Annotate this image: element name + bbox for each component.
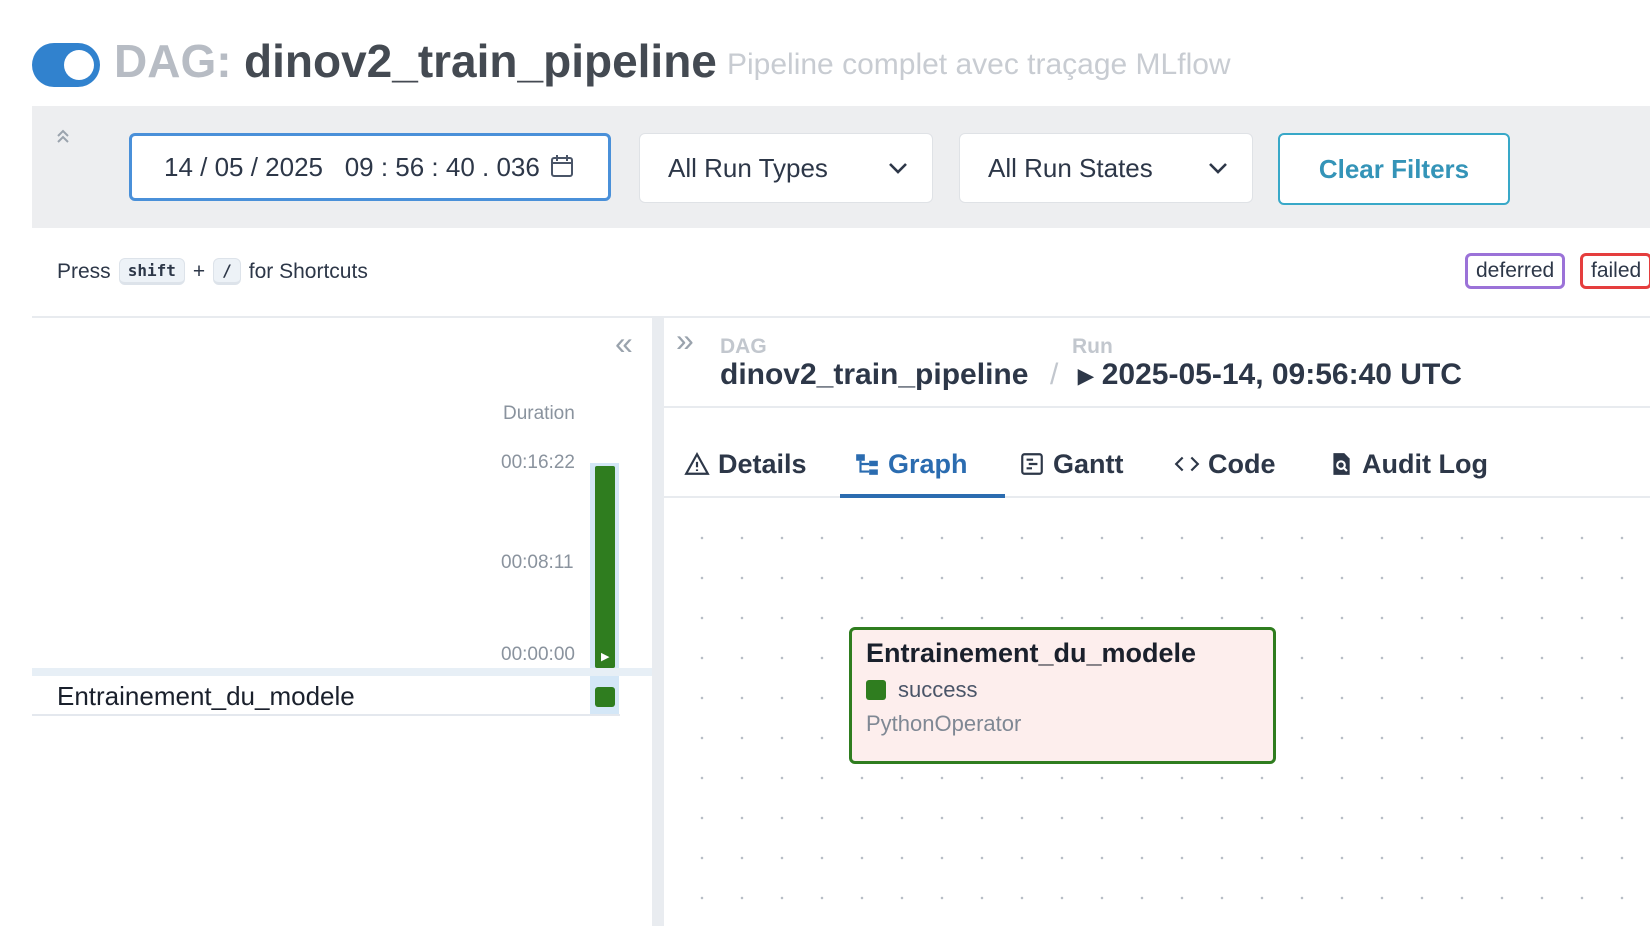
duration-header: Duration xyxy=(503,403,575,424)
task-node-state-label: success xyxy=(898,677,978,702)
task-node-state: success xyxy=(866,677,1259,703)
datetime-value: 14 / 05 / 2025 09 : 56 : 40 . 036 xyxy=(164,151,540,182)
play-icon: ▶ xyxy=(601,651,610,663)
status-square-icon xyxy=(866,680,886,700)
breadcrumb-run-label: Run xyxy=(1072,335,1113,358)
run-state-select[interactable]: All Run States xyxy=(959,133,1253,203)
task-node[interactable]: Entrainement_du_modele success PythonOpe… xyxy=(849,627,1276,764)
run-state-value: All Run States xyxy=(988,152,1153,183)
expand-right-icon[interactable]: » xyxy=(676,322,694,359)
tab-label: Graph xyxy=(888,448,968,479)
page-title: dinov2_train_pipeline xyxy=(244,35,717,87)
row-divider xyxy=(32,714,620,716)
audit-log-icon xyxy=(1333,453,1350,475)
shortcut-suffix: for Shortcuts xyxy=(248,259,368,283)
shortcut-press: Press xyxy=(57,259,111,283)
divider xyxy=(32,316,1650,318)
shortcut-hint: Press shift + / for Shortcuts xyxy=(57,258,368,285)
duration-tick: 00:08:11 xyxy=(501,552,574,573)
task-instance-status[interactable] xyxy=(595,687,615,707)
code-icon xyxy=(1174,456,1200,472)
run-type-select[interactable]: All Run Types xyxy=(639,133,933,203)
legend-deferred[interactable]: deferred xyxy=(1465,253,1566,289)
tab-border xyxy=(664,496,1650,498)
tab-graph[interactable]: Graph xyxy=(854,430,968,498)
graph-icon xyxy=(856,454,878,475)
tab-details[interactable]: Details xyxy=(684,430,807,498)
active-tab-indicator xyxy=(840,494,1005,498)
task-node-operator: PythonOperator xyxy=(866,711,1022,736)
duration-tick: 00:16:22 xyxy=(501,452,575,473)
kbd-shift: shift xyxy=(118,258,185,285)
warning-triangle-icon xyxy=(684,452,710,475)
divider xyxy=(664,406,1650,408)
tab-code[interactable]: Code xyxy=(1174,430,1276,498)
shortcut-plus: + xyxy=(192,259,206,283)
task-node-title: Entrainement_du_modele xyxy=(866,638,1197,668)
run-type-value: All Run Types xyxy=(668,152,828,183)
breadcrumb-run-value: 2025-05-14, 09:56:40 UTC xyxy=(1101,358,1462,391)
gantt-icon xyxy=(1021,453,1043,475)
panel-resizer[interactable] xyxy=(652,318,664,926)
duration-tick: 00:00:00 xyxy=(501,644,575,665)
clear-filters-button[interactable]: Clear Filters xyxy=(1278,133,1510,205)
toggle-knob xyxy=(64,50,94,80)
chevron-down-icon xyxy=(889,163,907,174)
collapse-left-icon[interactable]: « xyxy=(615,325,633,362)
dag-pause-toggle[interactable] xyxy=(32,43,100,87)
play-icon: ▶ xyxy=(1078,365,1094,388)
row-divider xyxy=(32,668,652,676)
datetime-input[interactable]: 14 / 05 / 2025 09 : 56 : 40 . 036 xyxy=(129,133,611,201)
legend-failed[interactable]: failed xyxy=(1580,253,1650,289)
collapse-up-icon[interactable] xyxy=(55,128,71,144)
tab-label: Code xyxy=(1208,448,1276,479)
kbd-slash: / xyxy=(213,258,241,285)
tab-bar: Details Graph Gantt Code Audit Log xyxy=(664,430,1650,498)
calendar-icon[interactable] xyxy=(550,154,574,178)
chevron-down-icon xyxy=(1209,163,1227,174)
breadcrumb-run[interactable]: ▶ 2025-05-14, 09:56:40 UTC xyxy=(1078,358,1462,392)
breadcrumb-dag-label: DAG xyxy=(720,335,767,358)
tab-audit-log[interactable]: Audit Log xyxy=(1328,430,1488,498)
tab-label: Gantt xyxy=(1053,448,1124,479)
tab-label: Audit Log xyxy=(1362,448,1488,479)
breadcrumb-dag[interactable]: dinov2_train_pipeline xyxy=(720,358,1028,392)
tab-label: Details xyxy=(718,448,807,479)
run-duration-bar[interactable] xyxy=(595,466,615,668)
tab-gantt[interactable]: Gantt xyxy=(1019,430,1124,498)
breadcrumb-separator: / xyxy=(1050,358,1059,391)
dag-description: Pipeline complet avec traçage MLflow xyxy=(727,48,1231,81)
dag-prefix: DAG: xyxy=(114,35,232,87)
task-row-label[interactable]: Entrainement_du_modele xyxy=(57,681,355,712)
